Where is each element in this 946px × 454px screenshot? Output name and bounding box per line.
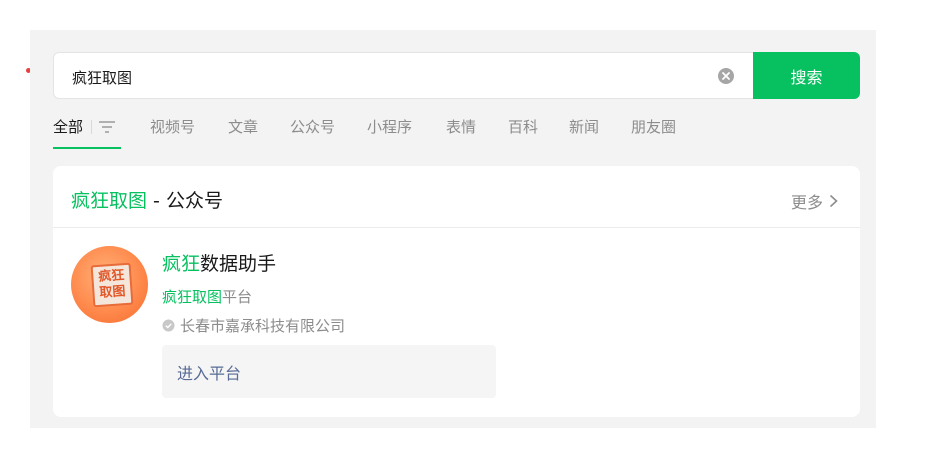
tab-stickers[interactable]: 表情 (446, 116, 476, 138)
tab-all[interactable]: 全部 (53, 116, 83, 138)
search-button[interactable]: 搜索 (753, 52, 860, 99)
tab-news[interactable]: 新闻 (569, 116, 599, 138)
account-description: 疯狂取图平台 (162, 286, 252, 307)
account-name-highlight: 疯狂 (162, 253, 201, 275)
tab-moments[interactable]: 朋友圈 (631, 116, 676, 138)
more-link[interactable]: 更多 (791, 189, 838, 213)
more-label: 更多 (790, 193, 823, 212)
chevron-right-icon (829, 194, 838, 208)
account-name-rest: 数据助手 (200, 253, 277, 275)
enter-platform-button[interactable]: 进入平台 (162, 345, 496, 398)
verified-icon (162, 319, 175, 332)
account-desc-rest: 平台 (222, 288, 253, 306)
search-query-text: 疯狂取图 (72, 69, 133, 87)
filter-icon[interactable] (99, 120, 115, 134)
verified-company: 长春市嘉承科技有限公司 (180, 317, 346, 335)
tab-encyclopedia[interactable]: 百科 (508, 116, 538, 138)
section-title: 疯狂取图 - 公众号 (71, 186, 223, 213)
tab-official-accounts[interactable]: 公众号 (290, 116, 335, 138)
search-bar: 疯狂取图 搜索 (53, 52, 860, 99)
section-title-highlight: 疯狂取图 (71, 190, 148, 212)
tab-articles[interactable]: 文章 (228, 116, 258, 138)
tab-channels[interactable]: 视频号 (150, 116, 195, 138)
official-account-results-card: 疯狂取图 - 公众号 更多 疯狂 取图 疯狂数据助手 疯狂取图平台 长春市嘉承科… (53, 166, 860, 417)
active-tab-indicator (53, 147, 121, 149)
account-avatar[interactable]: 疯狂 取图 (71, 246, 148, 323)
tab-divider (91, 120, 92, 134)
avatar-logo-line2: 取图 (99, 284, 127, 301)
account-name[interactable]: 疯狂数据助手 (162, 249, 276, 276)
tab-mini-programs[interactable]: 小程序 (367, 116, 412, 138)
account-desc-highlight: 疯狂取图 (162, 288, 223, 306)
avatar-logo: 疯狂 取图 (90, 262, 134, 308)
search-input[interactable]: 疯狂取图 (53, 52, 755, 99)
section-title-suffix: - 公众号 (147, 190, 223, 212)
clear-icon[interactable] (717, 67, 735, 85)
search-tabs: 全部 视频号 文章 公众号 小程序 表情 百科 新闻 朋友圈 (53, 116, 753, 152)
account-verification: 长春市嘉承科技有限公司 (162, 315, 345, 336)
card-header: 疯狂取图 - 公众号 更多 (53, 166, 860, 228)
